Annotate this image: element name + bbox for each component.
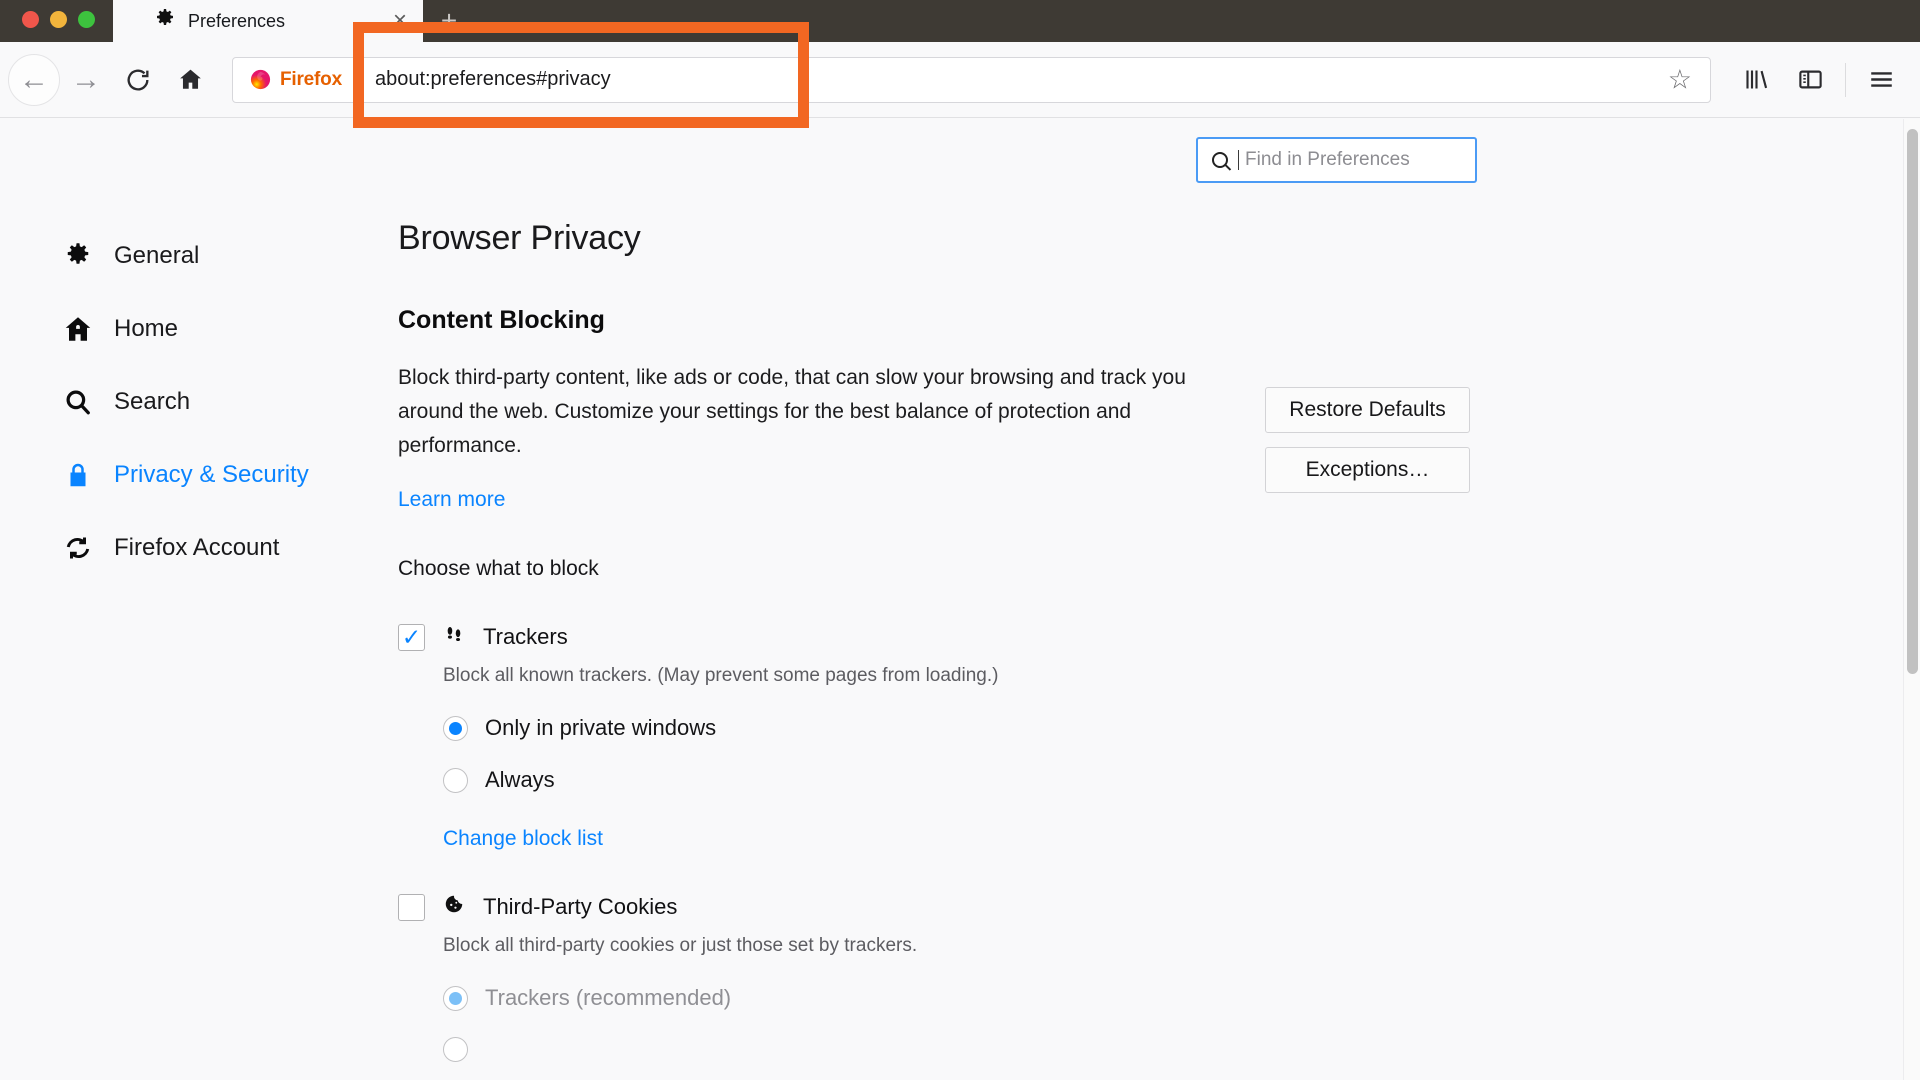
change-block-list-link[interactable]: Change block list <box>443 827 603 851</box>
forward-arrow-icon: → <box>71 62 101 96</box>
sidebar-item-home[interactable]: Home <box>0 292 370 365</box>
third-party-cookies-description: Block all third-party cookies or just th… <box>443 935 918 957</box>
radio-partial-hidden[interactable] <box>443 1037 1518 1063</box>
sidebar-item-privacy-security[interactable]: Privacy & Security <box>0 438 370 511</box>
preferences-main-content: Browser Privacy Content Blocking Block t… <box>398 219 1518 1063</box>
choose-what-to-block-label: Choose what to block <box>398 557 599 581</box>
third-party-cookies-label: Third-Party Cookies <box>483 894 678 920</box>
radio-button[interactable] <box>443 1037 468 1063</box>
find-in-preferences[interactable]: Find in Preferences <box>1196 137 1477 183</box>
trackers-checkbox[interactable]: ✓ <box>398 623 425 651</box>
preferences-page: Find in Preferences General Home Search … <box>0 119 1920 1080</box>
trackers-label: Trackers <box>483 624 568 650</box>
identity-label: Firefox <box>280 68 342 90</box>
radio-label: Always <box>485 767 555 793</box>
trackers-radio-group: Only in private windows Always <box>443 715 1518 793</box>
radio-button[interactable] <box>443 767 468 793</box>
third-party-cookies-radio-group: Trackers (recommended) <box>443 985 1518 1063</box>
sidebar-item-label: Search <box>114 387 191 415</box>
third-party-cookies-option-group: Third-Party Cookies Block all third-part… <box>398 893 1518 1063</box>
sidebar-item-firefox-account[interactable]: Firefox Account <box>0 511 370 584</box>
radio-label: Trackers (recommended) <box>485 985 732 1011</box>
back-arrow-icon: ← <box>19 62 49 96</box>
section-title-content-blocking: Content Blocking <box>398 306 605 334</box>
gear-icon <box>62 241 94 271</box>
text-caret <box>1238 150 1239 170</box>
scrollbar-thumb[interactable] <box>1907 129 1918 674</box>
content-blocking-description: Block third-party content, like ads or c… <box>398 366 1186 458</box>
sync-icon <box>62 533 94 563</box>
third-party-cookies-row[interactable]: Third-Party Cookies <box>398 893 1518 921</box>
home-button[interactable] <box>164 54 216 106</box>
search-input[interactable]: Find in Preferences <box>1245 149 1410 171</box>
tab-title: Preferences <box>188 10 286 31</box>
third-party-cookies-checkbox[interactable] <box>398 893 425 921</box>
restore-defaults-button[interactable]: Restore Defaults <box>1265 387 1470 433</box>
url-bar[interactable]: Firefox about:preferences#privacy ☆ <box>232 56 1711 103</box>
radio-label: Only in private windows <box>485 715 717 741</box>
search-icon <box>1212 152 1228 168</box>
back-button[interactable]: ← <box>8 53 60 106</box>
preferences-sidebar: General Home Search Privacy & Security F… <box>0 219 370 584</box>
magnifier-icon <box>62 387 94 417</box>
sidebar-item-label: Firefox Account <box>114 533 280 561</box>
library-icon[interactable] <box>1729 53 1783 107</box>
house-icon <box>179 69 201 89</box>
footprints-icon <box>441 623 467 651</box>
radio-button[interactable] <box>443 985 468 1011</box>
reload-button[interactable] <box>112 54 164 106</box>
toolbar-separator <box>1845 62 1846 97</box>
radio-button[interactable] <box>443 715 468 741</box>
firefox-logo-icon <box>250 69 271 90</box>
radio-always[interactable]: Always <box>443 767 1518 793</box>
gear-icon <box>153 7 177 36</box>
bookmark-star-icon[interactable]: ☆ <box>1668 66 1692 93</box>
tab-close-icon[interactable]: × <box>393 9 407 33</box>
sidebar-item-general[interactable]: General <box>0 219 370 292</box>
cookie-icon <box>441 893 467 921</box>
tab-strip: Preferences × + <box>0 0 1920 42</box>
sidebar-item-search[interactable]: Search <box>0 365 370 438</box>
radio-only-private-windows[interactable]: Only in private windows <box>443 715 1518 741</box>
close-window-button[interactable] <box>22 11 39 28</box>
trackers-row[interactable]: ✓ Trackers <box>398 623 1518 651</box>
url-text[interactable]: about:preferences#privacy <box>357 68 611 91</box>
trackers-description: Block all known trackers. (May prevent s… <box>443 665 999 687</box>
sidebar-item-label: General <box>114 241 200 269</box>
radio-trackers-recommended[interactable]: Trackers (recommended) <box>443 985 1518 1011</box>
house-icon <box>62 314 94 344</box>
maximize-window-button[interactable] <box>78 11 95 28</box>
forward-button[interactable]: → <box>60 54 112 106</box>
browser-tab-preferences[interactable]: Preferences × <box>113 0 423 42</box>
exceptions-button[interactable]: Exceptions… <box>1265 447 1470 493</box>
sidebar-item-label: Home <box>114 314 179 342</box>
reload-icon <box>127 69 149 91</box>
learn-more-link[interactable]: Learn more <box>398 488 505 512</box>
content-blocking-buttons: Restore Defaults Exceptions… <box>1265 387 1470 493</box>
navigation-toolbar: ← → Firefox about:preferences#privacy ☆ <box>0 42 1920 118</box>
sidebar-item-label: Privacy & Security <box>114 460 309 488</box>
hamburger-menu-icon[interactable] <box>1854 53 1908 107</box>
sidebar-icon[interactable] <box>1783 53 1837 107</box>
page-scrollbar[interactable] <box>1903 119 1920 1080</box>
identity-chip[interactable]: Firefox <box>233 57 357 102</box>
window-traffic-lights <box>0 11 113 42</box>
lock-icon <box>62 460 94 490</box>
toolbar-right-icons <box>1729 53 1920 107</box>
new-tab-button[interactable]: + <box>427 0 471 42</box>
page-title: Browser Privacy <box>398 219 641 257</box>
trackers-option-group: ✓ Trackers Block all known trackers. (Ma… <box>398 623 1518 851</box>
minimize-window-button[interactable] <box>50 11 67 28</box>
